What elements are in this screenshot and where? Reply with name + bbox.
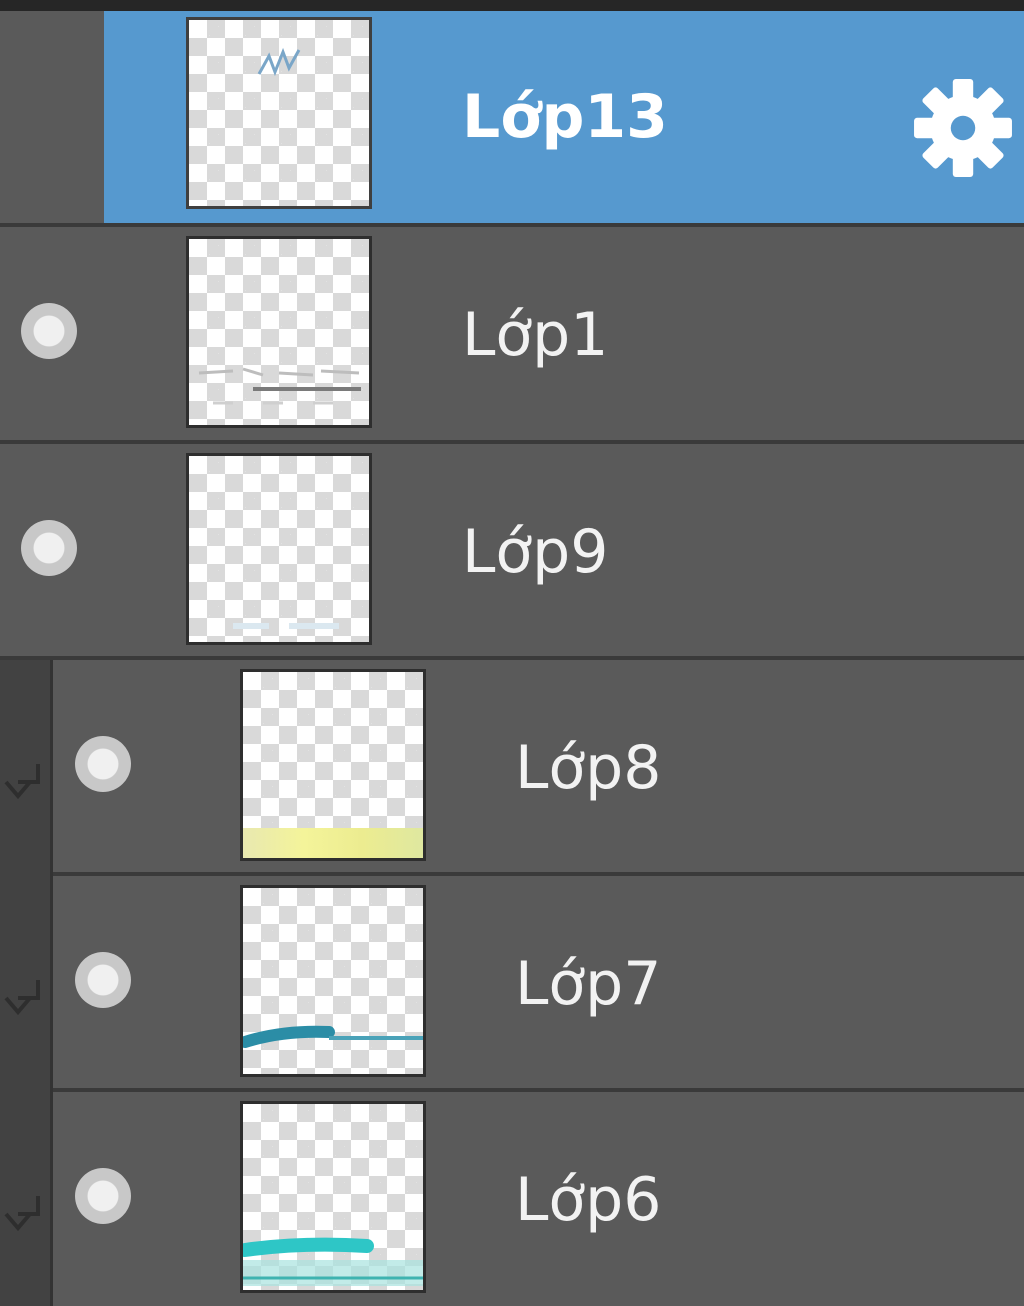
clipping-arrow-icon: [4, 764, 40, 800]
layer-thumbnail[interactable]: [186, 17, 372, 209]
sketch-mark: [243, 1237, 423, 1286]
layer-name: Lớp1: [462, 300, 609, 370]
sketch-mark: [243, 1025, 423, 1048]
sketch-mark: [243, 828, 423, 858]
layer-row-lop6[interactable]: Lớp6: [53, 1092, 1024, 1306]
visibility-toggle[interactable]: [75, 952, 131, 1008]
visibility-toggle[interactable]: [21, 520, 77, 576]
sketch-mark: [233, 623, 339, 629]
layer-row-lop9[interactable]: Lớp9: [0, 444, 1024, 658]
visibility-toggle[interactable]: [75, 736, 131, 792]
layer-thumbnail[interactable]: [186, 453, 372, 645]
layer-thumbnail[interactable]: [240, 1101, 426, 1293]
layer-row-lop1[interactable]: Lớp1: [0, 227, 1024, 441]
layer-name: Lớp8: [515, 733, 662, 803]
gear-icon[interactable]: [912, 77, 1014, 179]
sketch-mark: [257, 47, 301, 77]
visibility-toggle[interactable]: [21, 303, 77, 359]
layer-name: Lớp13: [462, 82, 668, 152]
layer-row-lop13[interactable]: Lớp13: [0, 11, 1024, 225]
layer-name: Lớp6: [515, 1165, 662, 1235]
layer-thumbnail[interactable]: [240, 885, 426, 1077]
panel-top-border: [0, 0, 1024, 11]
clipping-arrow-icon: [4, 1196, 40, 1232]
layer-thumbnail[interactable]: [240, 669, 426, 861]
layer-row-lop7[interactable]: Lớp7: [53, 876, 1024, 1090]
layer-row-lop8[interactable]: Lớp8: [53, 660, 1024, 874]
layer-thumbnail[interactable]: [186, 236, 372, 428]
visibility-toggle[interactable]: [75, 1168, 131, 1224]
clipping-arrow-icon: [4, 980, 40, 1016]
layer-name: Lớp9: [462, 517, 609, 587]
layer-name: Lớp7: [515, 949, 662, 1019]
sketch-mark: [198, 367, 361, 405]
